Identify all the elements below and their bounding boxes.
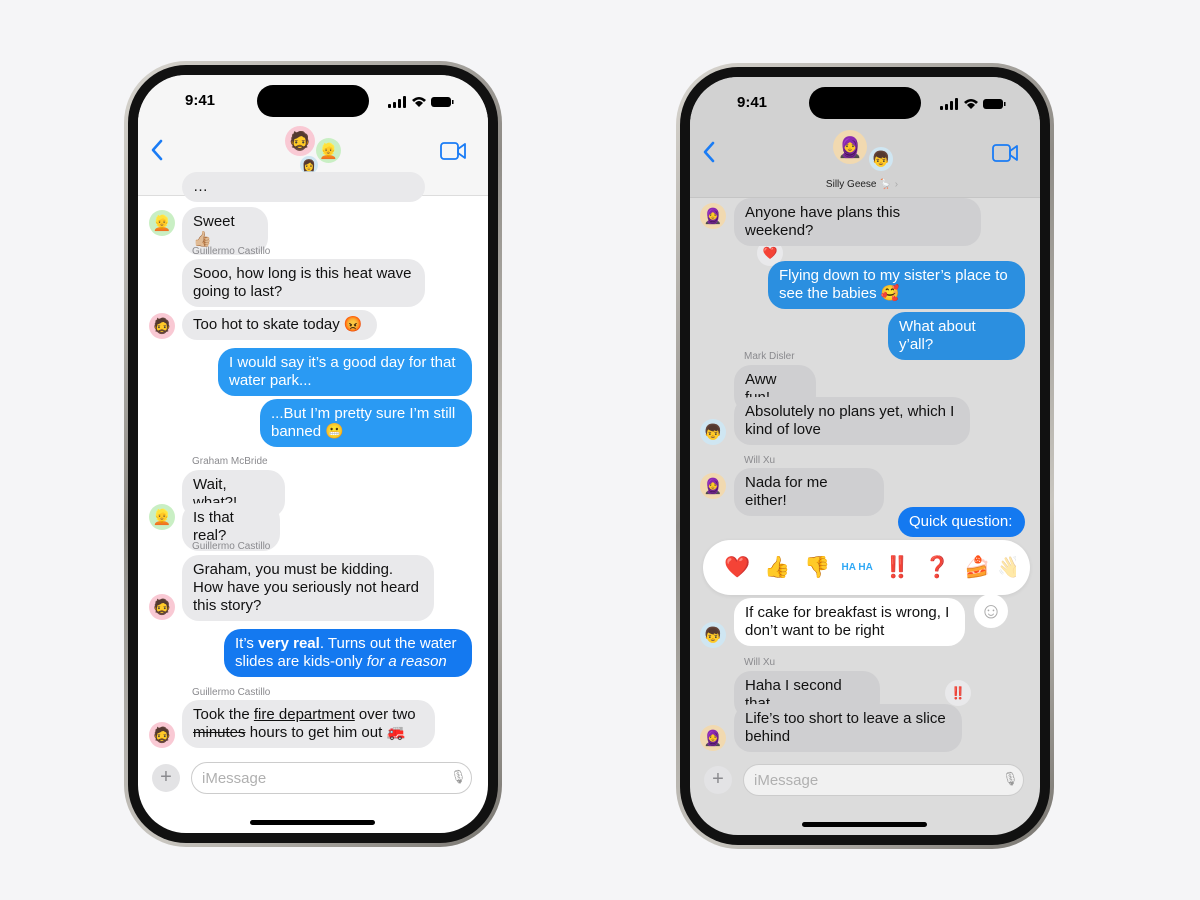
received-message[interactable]: … (182, 172, 425, 202)
chevron-right-icon: › (894, 179, 899, 190)
received-message[interactable]: Nada for me either! (734, 468, 884, 516)
tapback-thumbs-down-icon[interactable]: 👎 (797, 556, 837, 580)
sent-message[interactable]: Flying down to my sister’s place to see … (768, 261, 1025, 309)
sender-avatar[interactable]: 👦 (700, 622, 726, 648)
text-run: Took the (193, 706, 254, 723)
video-camera-icon (440, 142, 466, 160)
received-message[interactable]: Absolutely no plans yet, which I kind of… (734, 397, 970, 445)
message-input[interactable]: iMessage (743, 764, 1024, 796)
sender-avatar[interactable]: 👦 (700, 419, 726, 445)
facetime-video-button[interactable] (992, 144, 1018, 167)
text-run: over two (354, 706, 416, 723)
message-input[interactable]: iMessage (191, 762, 472, 794)
exclaim-reaction[interactable]: ‼️ (945, 680, 971, 706)
tapback-thumbs-up-icon[interactable]: 👍 (757, 556, 797, 580)
home-indicator (250, 820, 375, 825)
sender-avatar[interactable]: 🧕 (700, 725, 726, 751)
dynamic-island (809, 87, 921, 119)
sender-name: Guillermo Castillo (192, 541, 271, 552)
tapback-picker: ❤️ 👍 👎 HA HA ‼️ ❓ 🍰 👋 (703, 540, 1030, 595)
chevron-left-icon (151, 139, 163, 161)
conversation-title[interactable]: Silly Geese 🪿 › (826, 179, 898, 190)
text-run: minutes (193, 724, 246, 741)
sender-name: Will Xu (744, 657, 776, 668)
sender-name: Will Xu (744, 455, 776, 466)
home-indicator (802, 822, 927, 827)
sent-message[interactable]: Quick question: (898, 507, 1025, 537)
received-message[interactable]: If cake for breakfast is wrong, I don’t … (734, 598, 965, 646)
dynamic-island (257, 85, 369, 117)
signal-wifi-battery-icon (940, 98, 1006, 110)
received-message[interactable]: Sooo, how long is this heat wave going t… (182, 259, 425, 307)
sender-avatar[interactable]: 🧔 (149, 722, 175, 748)
tapback-exclamation-icon[interactable]: ‼️ (877, 556, 917, 580)
sender-name: Guillermo Castillo (192, 246, 271, 257)
group-avatar: 🧕 (833, 130, 867, 164)
sender-avatar[interactable]: 👱 (149, 210, 175, 236)
sent-message[interactable]: I would say it’s a good day for that wat… (218, 348, 472, 396)
received-message[interactable]: Anyone have plans this weekend? (734, 198, 981, 246)
group-avatar: 👱 (316, 138, 341, 163)
back-button[interactable] (150, 139, 164, 166)
conversation-name: Silly Geese 🪿 (825, 179, 892, 190)
sent-message[interactable]: It’s very real. Turns out the water slid… (224, 629, 472, 677)
text-run: very real (258, 635, 320, 652)
text-run: fire department (253, 706, 355, 723)
tapback-heart-icon[interactable]: ❤️ (717, 556, 757, 580)
add-attachment-button[interactable]: + (152, 764, 180, 792)
add-attachment-button[interactable]: + (704, 766, 732, 794)
group-avatar: 👦 (869, 147, 893, 171)
status-time: 9:41 (185, 92, 216, 109)
tapback-question-icon[interactable]: ❓ (917, 556, 957, 580)
sender-name: Guillermo Castillo (192, 687, 271, 698)
sender-name: Graham McBride (192, 456, 268, 467)
microphone-icon[interactable]: 🎙 (450, 769, 467, 785)
sender-name: Mark Disler (744, 351, 795, 362)
received-message[interactable]: Life’s too short to leave a slice behind (734, 704, 962, 752)
sender-avatar[interactable]: 🧕 (700, 203, 726, 229)
text-run: hours to get him out 🚒 (245, 724, 406, 741)
sent-message[interactable]: What about y’all? (888, 312, 1025, 360)
text-run: for a reason (366, 653, 447, 670)
video-camera-icon (992, 144, 1018, 162)
received-message[interactable]: Took the fire department over two minute… (182, 700, 435, 748)
status-icons (940, 97, 1006, 115)
sender-avatar[interactable]: 🧔 (149, 594, 175, 620)
facetime-video-button[interactable] (440, 142, 466, 165)
tapback-haha-icon[interactable]: HA HA (837, 562, 877, 573)
tapback-wave-icon[interactable]: 👋 (997, 556, 1016, 580)
back-button[interactable] (702, 141, 716, 168)
sender-avatar[interactable]: 🧔 (149, 313, 175, 339)
sender-avatar[interactable]: 👱 (149, 504, 175, 530)
status-icons (388, 95, 454, 113)
signal-wifi-battery-icon (388, 96, 454, 108)
status-time: 9:41 (737, 94, 768, 111)
sent-message[interactable]: ...But I’m pretty sure I’m still banned … (260, 399, 472, 447)
microphone-icon[interactable]: 🎙 (1002, 771, 1019, 787)
tapback-cake-icon[interactable]: 🍰 (957, 556, 997, 580)
received-message[interactable]: Too hot to skate today 😡 (182, 310, 377, 340)
group-avatar: 🧔 (285, 126, 315, 156)
text-run: It’s (235, 635, 259, 652)
sender-avatar[interactable]: 🧕 (700, 473, 726, 499)
received-message[interactable]: Graham, you must be kidding. How have yo… (182, 555, 434, 621)
chevron-left-icon (703, 141, 715, 163)
add-sticker-button[interactable]: ☺ (974, 594, 1008, 628)
